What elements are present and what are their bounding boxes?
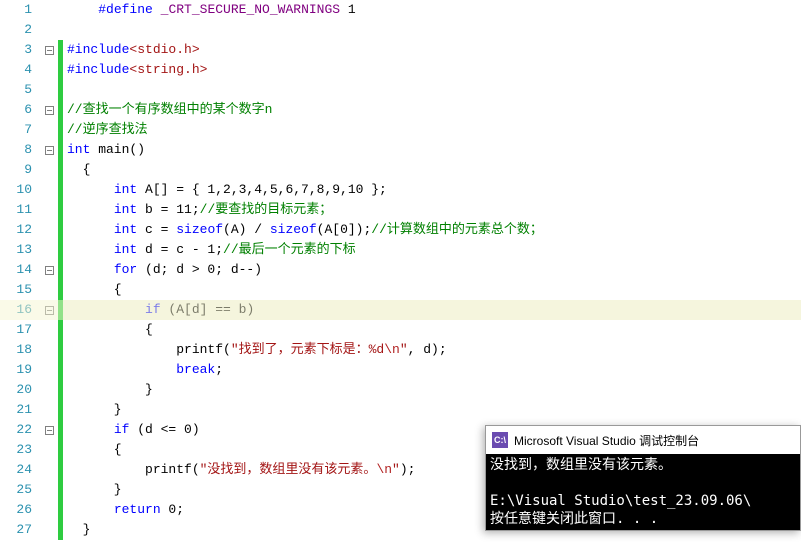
line-number: 19 [0,360,32,380]
fold-toggle [40,180,58,200]
code-line[interactable]: #include<stdio.h> [63,40,801,60]
code-line[interactable]: int d = c - 1;//最后一个元素的下标 [63,240,801,260]
fold-toggle [40,500,58,520]
line-number: 3 [0,40,32,60]
fold-toggle [40,280,58,300]
vs-icon: C:\ [492,432,508,448]
fold-toggle[interactable] [40,260,58,280]
line-number: 27 [0,520,32,540]
console-titlebar[interactable]: C:\ Microsoft Visual Studio 调试控制台 [486,426,800,454]
line-number: 24 [0,460,32,480]
code-line[interactable]: if (A[d] == b) [63,300,801,320]
code-line[interactable]: int main() [63,140,801,160]
line-number: 25 [0,480,32,500]
line-number: 6 [0,100,32,120]
fold-toggle [40,460,58,480]
line-number: 4 [0,60,32,80]
code-line[interactable]: #include<string.h> [63,60,801,80]
code-line[interactable]: } [63,400,801,420]
code-line[interactable] [63,80,801,100]
fold-toggle [40,120,58,140]
console-title-text: Microsoft Visual Studio 调试控制台 [514,432,699,449]
code-line[interactable]: int A[] = { 1,2,3,4,5,6,7,8,9,10 }; [63,180,801,200]
line-number: 21 [0,400,32,420]
fold-toggle[interactable] [40,300,58,320]
fold-toggle [40,400,58,420]
fold-toggle [40,160,58,180]
fold-toggle [40,380,58,400]
code-line[interactable]: for (d; d > 0; d--) [63,260,801,280]
line-number: 12 [0,220,32,240]
fold-toggle [40,80,58,100]
fold-toggle[interactable] [40,40,58,60]
debug-console-window[interactable]: C:\ Microsoft Visual Studio 调试控制台 没找到，数组… [485,425,801,531]
code-line[interactable]: } [63,380,801,400]
fold-toggle [40,60,58,80]
code-line[interactable]: //逆序查找法 [63,120,801,140]
line-number: 17 [0,320,32,340]
fold-toggle [40,200,58,220]
fold-toggle [40,0,58,20]
line-number: 8 [0,140,32,160]
line-number: 26 [0,500,32,520]
code-line[interactable]: //查找一个有序数组中的某个数字n [63,100,801,120]
console-output[interactable]: 没找到，数组里没有该元素。 E:\Visual Studio\test_23.0… [486,454,800,530]
line-number: 22 [0,420,32,440]
line-number: 7 [0,120,32,140]
fold-toggle [40,320,58,340]
code-line[interactable] [63,20,801,40]
line-number: 2 [0,20,32,40]
code-line[interactable]: int b = 11;//要查找的目标元素； [63,200,801,220]
line-number: 11 [0,200,32,220]
fold-toggle [40,520,58,540]
fold-toggle [40,240,58,260]
code-line[interactable]: printf("找到了，元素下标是：%d\n", d); [63,340,801,360]
code-line[interactable]: { [63,320,801,340]
code-line[interactable]: int c = sizeof(A) / sizeof(A[0]);//计算数组中… [63,220,801,240]
fold-toggle[interactable] [40,140,58,160]
code-line[interactable]: break; [63,360,801,380]
line-number: 1 [0,0,32,20]
code-line[interactable]: { [63,160,801,180]
line-number: 5 [0,80,32,100]
fold-toggle [40,20,58,40]
code-line[interactable]: { [63,280,801,300]
line-number: 10 [0,180,32,200]
fold-toggle [40,340,58,360]
line-number: 9 [0,160,32,180]
line-number: 15 [0,280,32,300]
line-number: 23 [0,440,32,460]
fold-toggle[interactable] [40,100,58,120]
fold-toggle [40,440,58,460]
fold-column [40,0,58,549]
line-number: 13 [0,240,32,260]
code-line[interactable]: #define _CRT_SECURE_NO_WARNINGS 1 [63,0,801,20]
line-number: 16 [0,300,32,320]
fold-toggle [40,220,58,240]
fold-toggle[interactable] [40,420,58,440]
line-number: 18 [0,340,32,360]
line-number: 20 [0,380,32,400]
fold-toggle [40,360,58,380]
line-number-gutter: 1234567891011121314151617181920212223242… [0,0,40,549]
line-number: 14 [0,260,32,280]
fold-toggle [40,480,58,500]
